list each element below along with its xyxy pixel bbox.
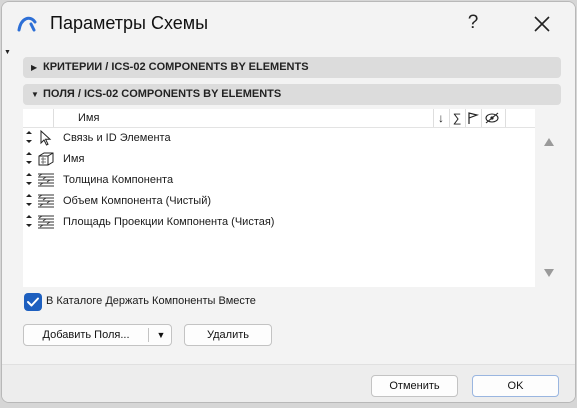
move-up-arrow-icon[interactable] (543, 137, 555, 147)
fields-list-panel: Имя ↓ ∑ Связь и ID Элемента Имя Толщина … (23, 109, 535, 287)
hide-eye-icon[interactable] (484, 111, 500, 125)
keep-components-together-checkbox[interactable] (24, 293, 42, 311)
add-fields-split-button: Добавить Поля... ▼ (23, 324, 172, 346)
field-label: Объем Компонента (Чистый) (63, 195, 212, 207)
drag-handle-icon[interactable] (25, 172, 33, 186)
corner-triangle-icon: ▼ (4, 49, 11, 56)
criteria-section-label: КРИТЕРИИ / ICS-02 COMPONENTS BY ELEMENTS (43, 61, 309, 73)
split-separator (148, 328, 149, 342)
add-fields-button[interactable]: Добавить Поля... (24, 325, 148, 345)
title-bar: Параметры Схемы ? (2, 2, 575, 44)
criteria-section-header[interactable]: ▶ КРИТЕРИИ / ICS-02 COMPONENTS BY ELEMEN… (23, 57, 561, 78)
dialog-title: Параметры Схемы (50, 13, 209, 33)
name-column-header: Имя (78, 112, 100, 124)
hatch-component-icon (38, 173, 54, 187)
help-button[interactable]: ? (460, 10, 486, 36)
dropdown-arrow-icon[interactable]: ▼ (150, 325, 172, 345)
fields-section-label: ПОЛЯ / ICS-02 COMPONENTS BY ELEMENTS (43, 88, 282, 100)
scheme-settings-dialog: Параметры Схемы ? ▼ ▶ КРИТЕРИИ / ICS-02 … (1, 1, 576, 403)
field-label: Толщина Компонента (63, 174, 174, 186)
column-separator (53, 109, 54, 127)
column-separator (505, 109, 506, 127)
column-separator (481, 109, 482, 127)
field-row[interactable]: Толщина Компонента (23, 170, 535, 191)
fields-column-header: Имя ↓ ∑ (23, 109, 535, 128)
hatch-component-icon (38, 194, 54, 208)
hatch-component-icon (38, 215, 54, 229)
drag-handle-icon[interactable] (25, 130, 33, 144)
sum-icon[interactable]: ∑ (450, 111, 464, 125)
cancel-button[interactable]: Отменить (371, 375, 458, 397)
field-row[interactable]: Связь и ID Элемента (23, 128, 535, 149)
checkmark-icon (27, 297, 39, 307)
sort-down-arrow-icon[interactable]: ↓ (434, 111, 448, 125)
field-label: Имя (63, 153, 85, 165)
field-label: Связь и ID Элемента (63, 132, 171, 144)
collapsed-triangle-icon: ▶ (31, 63, 38, 72)
drag-handle-icon[interactable] (25, 193, 33, 207)
expanded-triangle-icon: ▼ (31, 90, 39, 99)
field-row[interactable]: Объем Компонента (Чистый) (23, 191, 535, 212)
close-icon[interactable] (528, 10, 556, 38)
fields-section-header[interactable]: ▼ ПОЛЯ / ICS-02 COMPONENTS BY ELEMENTS (23, 84, 561, 105)
move-down-arrow-icon[interactable] (543, 268, 555, 278)
dialog-footer: Отменить OK (2, 364, 575, 402)
drag-handle-icon[interactable] (25, 214, 33, 228)
cube-icon (38, 152, 54, 166)
flag-icon[interactable] (466, 111, 480, 125)
keep-components-together-label: В Каталоге Держать Компоненты Вместе (46, 295, 256, 307)
field-row[interactable]: Имя (23, 149, 535, 170)
field-label: Площадь Проекции Компонента (Чистая) (63, 216, 275, 228)
field-row[interactable]: Площадь Проекции Компонента (Чистая) (23, 212, 535, 233)
ok-button[interactable]: OK (472, 375, 559, 397)
cursor-arrow-icon (40, 129, 52, 146)
app-logo-icon (17, 16, 37, 32)
delete-button[interactable]: Удалить (184, 324, 272, 346)
drag-handle-icon[interactable] (25, 151, 33, 165)
